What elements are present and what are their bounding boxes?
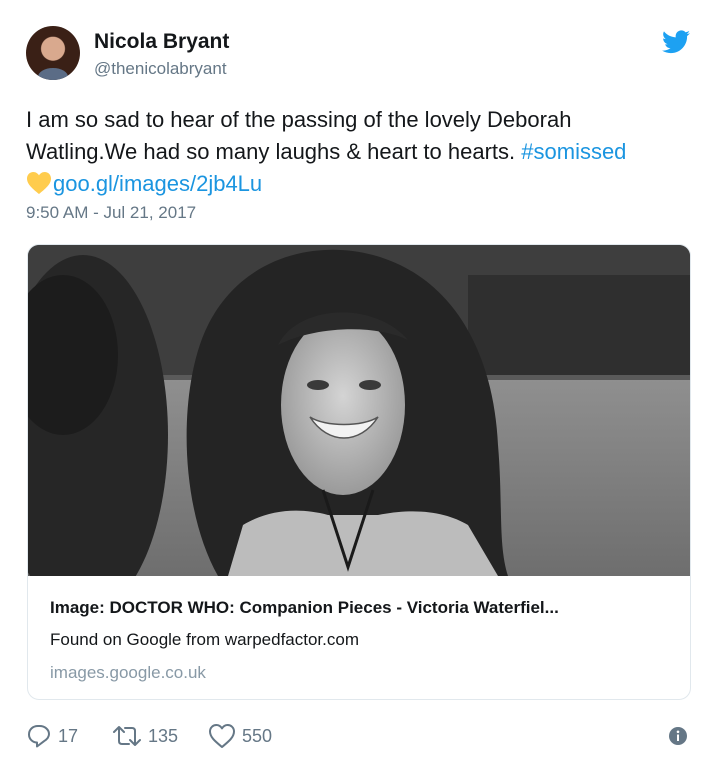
like-button[interactable]: 550 xyxy=(208,722,272,750)
tweet-text-body: Watling.We had so many laughs & heart to… xyxy=(26,139,522,164)
avatar[interactable] xyxy=(26,26,80,80)
tweet-text-line-1: I am so sad to hear of the passing of th… xyxy=(26,107,572,132)
hashtag-link[interactable]: #somissed xyxy=(521,139,626,164)
card-domain: images.google.co.uk xyxy=(50,663,206,682)
reply-icon xyxy=(28,725,50,748)
info-icon[interactable] xyxy=(668,726,688,746)
short-link[interactable]: goo.gl/images/2jb4Lu xyxy=(53,171,262,196)
heart-icon xyxy=(209,724,235,748)
yellow-heart-emoji xyxy=(27,172,51,194)
reply-count: 17 xyxy=(58,725,79,746)
retweet-button[interactable]: 135 xyxy=(112,722,178,750)
tweet-text: I am so sad to hear of the passing of th… xyxy=(26,104,696,200)
link-card[interactable]: Image: DOCTOR WHO: Companion Pieces - Vi… xyxy=(27,244,691,700)
timestamp[interactable]: 9:50 AM - Jul 21, 2017 xyxy=(26,203,196,223)
tweet-text-line-2: Watling.We had so many laughs & heart to… xyxy=(26,136,696,168)
card-photo xyxy=(28,245,690,576)
card-description: Found on Google from warpedfactor.com xyxy=(50,630,359,649)
reply-button[interactable]: 17 xyxy=(26,722,78,750)
card-title: Image: DOCTOR WHO: Companion Pieces - Vi… xyxy=(50,598,559,617)
embedded-tweet: Nicola Bryant @thenicolabryant I am so s… xyxy=(0,0,720,766)
action-bar: 17 135 550 xyxy=(0,716,720,756)
author-handle[interactable]: @thenicolabryant xyxy=(94,59,227,79)
retweet-count: 135 xyxy=(148,725,179,746)
retweet-icon xyxy=(113,726,141,746)
like-count: 550 xyxy=(242,725,273,746)
twitter-bird-icon[interactable] xyxy=(662,30,690,54)
tweet-text-line-3: goo.gl/images/2jb4Lu xyxy=(26,168,696,200)
author-name[interactable]: Nicola Bryant xyxy=(94,30,229,54)
